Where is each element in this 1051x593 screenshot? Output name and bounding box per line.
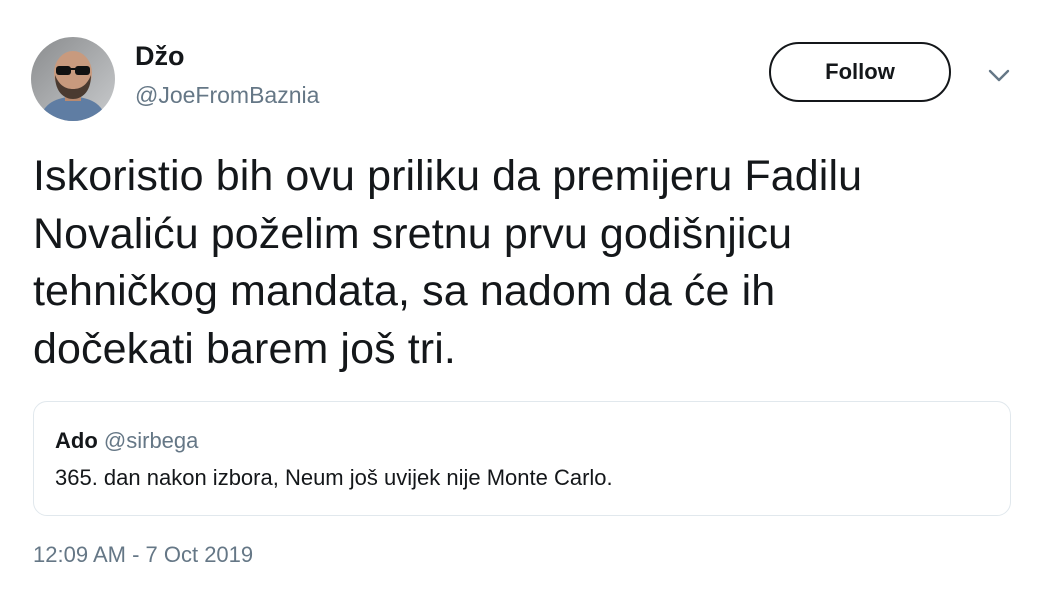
quoted-tweet-author-name: Ado: [55, 428, 98, 453]
follow-button[interactable]: Follow: [769, 42, 951, 102]
tweet-card: Džo @JoeFromBaznia Follow Iskoristio bih…: [0, 0, 1051, 593]
tweet-timestamp[interactable]: 12:09 AM - 7 Oct 2019: [33, 541, 253, 569]
author-avatar[interactable]: [31, 37, 115, 121]
tweet-text-line: tehničkog mandata, sa nadom da će ih: [33, 267, 776, 315]
avatar-photo-icon: [31, 37, 115, 121]
quoted-tweet-author-handle: @sirbega: [103, 428, 199, 453]
chevron-down-icon[interactable]: [985, 62, 1013, 90]
author-handle[interactable]: @JoeFromBaznia: [135, 80, 319, 110]
tweet-text: Iskoristio bih ovu priliku da premijeru …: [33, 148, 1013, 378]
tweet-text-line: dočekati barem još tri.: [33, 324, 456, 373]
quoted-tweet-header: Ado @sirbega: [55, 428, 198, 454]
author-display-name[interactable]: Džo: [135, 40, 185, 72]
quoted-tweet-card[interactable]: Ado @sirbega 365. dan nakon izbora, Neum…: [33, 401, 1011, 516]
tweet-text-line: Novaliću poželim sretnu prvu godišnjicu: [33, 209, 793, 258]
tweet-text-line: Iskoristio bih ovu priliku da premijeru …: [33, 152, 863, 200]
quoted-tweet-text: 365. dan nakon izbora, Neum još uvijek n…: [55, 465, 613, 490]
